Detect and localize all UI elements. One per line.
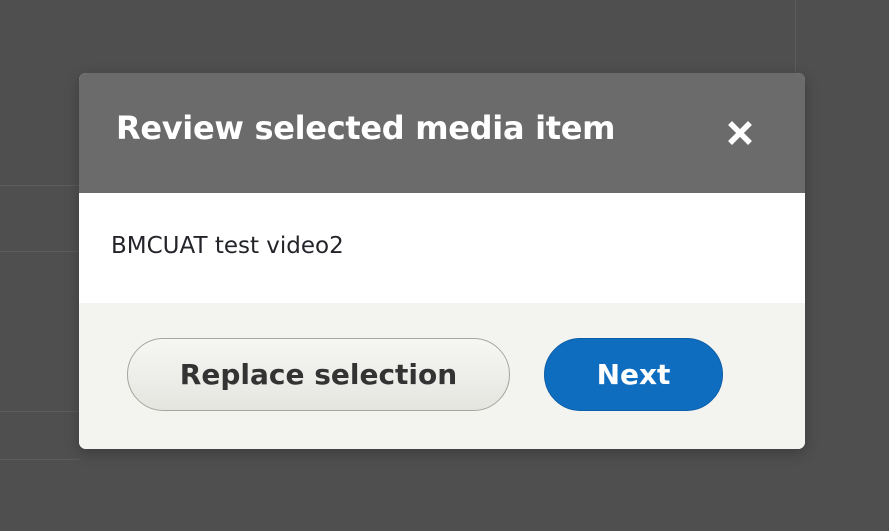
background-divider bbox=[0, 251, 79, 252]
review-media-dialog: Review selected media item BMCUAT test v… bbox=[79, 73, 805, 449]
close-button[interactable] bbox=[712, 109, 768, 157]
background-divider bbox=[0, 185, 79, 186]
replace-selection-button[interactable]: Replace selection bbox=[127, 338, 510, 411]
dialog-button-pane: Replace selection Next bbox=[79, 303, 805, 449]
dialog-content: BMCUAT test video2 bbox=[79, 193, 805, 303]
close-icon bbox=[728, 121, 752, 145]
dialog-header: Review selected media item bbox=[79, 73, 805, 193]
background-divider bbox=[0, 411, 79, 412]
dialog-title: Review selected media item bbox=[116, 109, 616, 147]
selected-media-name: BMCUAT test video2 bbox=[111, 233, 344, 259]
next-button[interactable]: Next bbox=[544, 338, 723, 411]
background-divider bbox=[0, 459, 79, 460]
